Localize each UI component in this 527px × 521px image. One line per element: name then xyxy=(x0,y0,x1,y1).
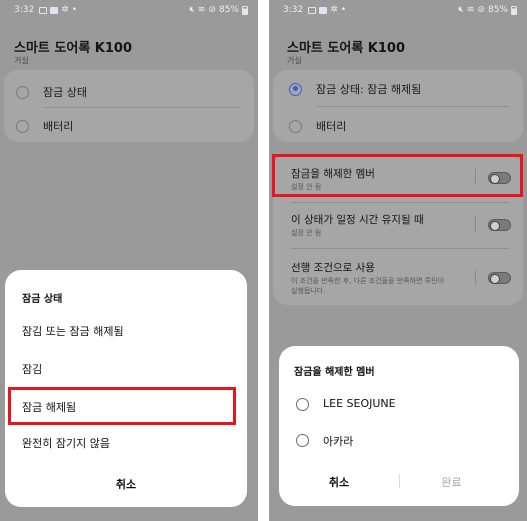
sheet-option-not-fully-locked[interactable]: 완전히 잠기지 않음 xyxy=(22,435,110,451)
radio-button-selected[interactable] xyxy=(289,82,302,96)
lock-status-sheet: 잠금 상태 잠김 또는 잠금 해제됨 잠김 잠금 해제됨 완전히 잠기지 않음 … xyxy=(5,270,247,507)
radio-button[interactable] xyxy=(296,398,309,411)
status-bar: 3:32 ✲ • 🔇︎ ≋ ⊘ 85% xyxy=(269,0,527,20)
condition-precondition[interactable]: 선행 조건으로 사용 이 조건을 만족한 후, 다른 조건들을 만족하면 루틴이… xyxy=(273,249,523,305)
dnd-icon: ⊘ xyxy=(477,5,485,15)
status-bar: 3:32 ✲ • 🔇︎ ≋ ⊘ 85% xyxy=(0,0,258,20)
sheet-option-locked[interactable]: 잠김 xyxy=(22,361,42,377)
sheet-option-unlocked[interactable]: 잠금 해제됨 xyxy=(22,399,76,415)
battery-level: 85% xyxy=(218,5,239,15)
option-lock-status[interactable]: 잠금 상태: 잠금 해제됨 xyxy=(273,77,523,101)
condition-subtitle: 설정 안 됨 xyxy=(291,229,322,237)
settings-icon: ✲ xyxy=(61,5,69,15)
option-label: 잠금 상태: 잠금 해제됨 xyxy=(316,83,422,96)
cancel-button[interactable]: 취소 xyxy=(279,474,399,490)
battery-icon xyxy=(242,5,248,15)
member-option-aqara[interactable]: 아카라 xyxy=(323,433,353,449)
condition-card: 잠금 상태 배터리 xyxy=(4,70,254,142)
option-battery[interactable]: 배터리 xyxy=(4,114,254,138)
member-option-lee-seojune[interactable]: LEE SEOJUNE xyxy=(323,397,396,410)
radio-button[interactable] xyxy=(16,119,29,133)
radio-button[interactable] xyxy=(16,85,29,99)
radio-button[interactable] xyxy=(289,119,302,133)
status-time: 3:32 xyxy=(14,5,35,15)
dot-icon: • xyxy=(71,5,78,15)
sheet-title: 잠금 상태 xyxy=(22,294,63,305)
left-phone-screen: 3:32 ✲ • 🔇︎ ≋ ⊘ 85% 스마트 도어록 K100 거실 잠금 상… xyxy=(0,0,258,521)
battery-icon xyxy=(511,5,517,15)
page-title: 스마트 도어록 K100 xyxy=(14,41,133,56)
condition-unlocking-member[interactable]: 잠금을 해제한 멤버 설정 안 됨 xyxy=(273,155,523,199)
status-time: 3:32 xyxy=(283,5,304,15)
maintain-duration-toggle[interactable] xyxy=(488,219,511,231)
app-icon xyxy=(50,6,59,14)
divider xyxy=(317,106,509,107)
precondition-toggle[interactable] xyxy=(488,272,511,284)
condition-card: 잠금 상태: 잠금 해제됨 배터리 xyxy=(273,70,523,142)
dot-icon: • xyxy=(340,5,347,15)
gallery-icon xyxy=(308,6,317,14)
unlocking-member-toggle[interactable] xyxy=(488,172,511,184)
sheet-option-locked-or-unlocked[interactable]: 잠김 또는 잠금 해제됨 xyxy=(22,323,124,339)
mute-icon: 🔇︎ xyxy=(458,5,464,15)
condition-subtitle-line1: 이 조건을 만족한 후, 다른 조건들을 만족하면 루틴이 xyxy=(291,277,445,285)
wifi-icon: ≋ xyxy=(466,5,475,15)
separator xyxy=(475,169,476,185)
dnd-icon: ⊘ xyxy=(208,5,216,15)
member-select-sheet: 잠금을 해제한 멤버 LEE SEOJUNE 아카라 취소 완료 xyxy=(279,346,519,506)
cancel-button[interactable]: 취소 xyxy=(5,476,247,492)
settings-icon: ✲ xyxy=(330,5,338,15)
gallery-icon xyxy=(39,6,48,14)
page-subtitle: 거실 xyxy=(14,56,29,65)
wifi-icon: ≋ xyxy=(197,5,206,15)
page-title: 스마트 도어록 K100 xyxy=(287,41,406,56)
option-label: 배터리 xyxy=(43,120,74,133)
done-button[interactable]: 완료 xyxy=(399,474,504,490)
right-phone-screen: 3:32 ✲ • 🔇︎ ≋ ⊘ 85% 스마트 도어록 K100 거실 잠금 상… xyxy=(269,0,527,521)
condition-title: 잠금을 해제한 멤버 xyxy=(291,168,375,180)
condition-title: 이 상태가 일정 시간 유지될 때 xyxy=(291,214,424,226)
app-icon xyxy=(319,6,328,14)
sheet-title: 잠금을 해제한 멤버 xyxy=(294,367,375,378)
option-label: 잠금 상태 xyxy=(43,86,87,99)
page-subtitle: 거실 xyxy=(287,56,302,65)
separator xyxy=(475,216,476,232)
condition-subtitle-line2: 실행됩니다. xyxy=(291,287,326,295)
condition-maintain-duration[interactable]: 이 상태가 일정 시간 유지될 때 설정 안 됨 xyxy=(273,203,523,247)
battery-level: 85% xyxy=(487,5,508,15)
mute-icon: 🔇︎ xyxy=(189,5,195,15)
condition-subtitle: 설정 안 됨 xyxy=(291,183,322,191)
radio-button[interactable] xyxy=(296,434,309,447)
divider xyxy=(44,107,240,108)
option-label: 배터리 xyxy=(316,120,347,133)
option-lock-status[interactable]: 잠금 상태 xyxy=(4,80,254,104)
condition-title: 선행 조건으로 사용 xyxy=(291,262,375,274)
additional-conditions-card: 잠금을 해제한 멤버 설정 안 됨 이 상태가 일정 시간 유지될 때 설정 안… xyxy=(273,155,523,305)
separator xyxy=(475,269,476,285)
option-battery[interactable]: 배터리 xyxy=(273,114,523,138)
